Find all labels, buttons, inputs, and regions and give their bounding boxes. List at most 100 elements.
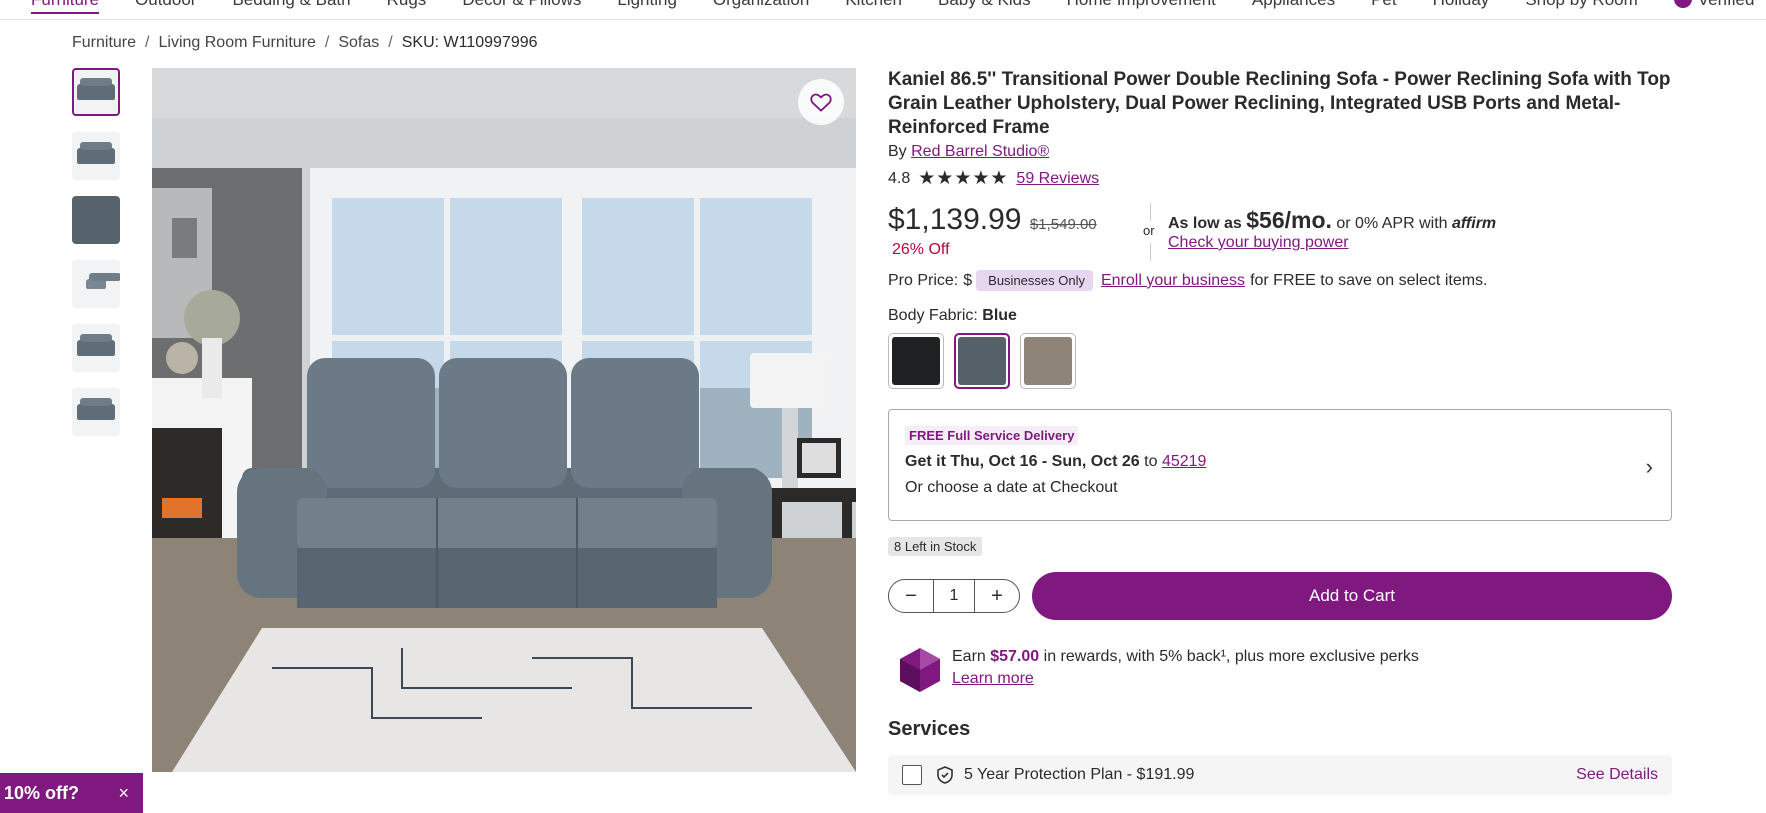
thumbnail-1[interactable] [72,68,120,116]
rewards-earn: Earn [952,648,986,665]
financing-block: As low as $56/mo. or 0% APR with affirm … [1168,203,1496,259]
star-rating-icon: ★★★★★ [918,168,1009,189]
nav-item-bedding-bath[interactable]: Bedding & Bath [232,0,350,14]
protection-plan-row[interactable]: 5 Year Protection Plan - $191.99 See Det… [888,755,1672,795]
swatch-color-fill [892,337,940,385]
breadcrumb-separator: / [388,34,393,51]
free-delivery-tag: FREE Full Service Delivery [905,426,1079,445]
image-thumbnails [72,68,120,452]
thumbnail-sofa-image [77,334,115,356]
verified-icon [1673,0,1692,8]
nav-item-pet[interactable]: Pet [1371,0,1397,14]
breadcrumb-furniture[interactable]: Furniture [72,34,136,52]
nav-item-baby-kids[interactable]: Baby & Kids [938,0,1031,14]
thumbnail-6[interactable] [72,388,120,436]
delivery-date-range: Get it Thu, Oct 16 - Sun, Oct 26 [905,453,1140,470]
thumbnail-2[interactable] [72,132,120,180]
breadcrumb-living-room[interactable]: Living Room Furniture [158,34,315,52]
heart-icon [810,93,832,112]
cart-row: − 1 + Add to Cart [888,572,1672,620]
breadcrumb-separator: / [324,34,330,51]
nav-item-verified[interactable]: Verified [1673,0,1754,14]
nav-item-d-cor-pillows[interactable]: Décor & Pillows [462,0,581,14]
by-prefix: By [888,143,907,160]
or-divider: or [1140,203,1162,261]
shield-check-icon [937,766,953,784]
swatch-color-fill [1024,337,1072,385]
thumbnail-3[interactable] [72,196,120,244]
nav-item-shop-by-room[interactable]: Shop by Room [1525,0,1637,14]
fabric-swatch-1[interactable] [888,333,944,389]
rewards-text-block: Earn $57.00 in rewards, with 5% back¹, p… [952,646,1419,690]
affirm-logo: affirm [1451,215,1497,232]
affirm-prefix: As low as [1168,215,1242,232]
stock-badge: 8 Left in Stock [888,537,983,556]
delivery-alt-text: Or choose a date at Checkout [905,479,1118,496]
breadcrumb-sofas[interactable]: Sofas [338,34,379,52]
buying-power-link[interactable]: Check your buying power [1168,234,1496,252]
discount-label: 26% Off [892,241,950,258]
see-details-link[interactable]: See Details [1576,766,1658,784]
nav-item-furniture[interactable]: Furniture [31,0,100,14]
quantity-stepper: − 1 + [888,579,1020,613]
price-row: $1,139.99 $1,549.00 26% Off or As low as… [888,203,1672,261]
fabric-value: Blue [982,307,1017,324]
nav-item-lighting[interactable]: Lighting [617,0,677,14]
enroll-business-link[interactable]: Enroll your business [1101,272,1245,290]
nav-item-holiday[interactable]: Holiday [1433,0,1490,14]
learn-more-link[interactable]: Learn more [952,668,1419,690]
favorite-button[interactable] [798,79,844,125]
quantity-value[interactable]: 1 [933,579,975,613]
breadcrumb-separator: / [145,34,150,51]
thumbnail-sofa-image [86,273,120,289]
thumbnail-4[interactable] [72,260,120,308]
thumbnail-sofa-image [77,78,115,100]
delivery-card[interactable]: FREE Full Service Delivery Get it Thu, O… [888,409,1672,521]
nav-item-kitchen[interactable]: Kitchen [845,0,902,14]
original-price: $1,549.00 [1029,216,1097,233]
increase-qty-button[interactable]: + [987,585,1007,608]
fabric-swatch-2[interactable] [954,333,1010,389]
divider-line [1150,203,1151,221]
fabric-swatch-3[interactable] [1020,333,1076,389]
protection-plan-checkbox[interactable] [902,765,922,785]
pro-price-row: Pro Price: $ Businesses Only Enroll your… [888,270,1672,291]
chevron-right-icon: › [1645,454,1653,479]
affirm-suffix: or 0% APR with [1336,215,1448,232]
close-icon[interactable]: × [118,783,129,804]
nav-item-home-improvement[interactable]: Home Improvement [1067,0,1216,14]
product-info-panel: Kaniel 86.5'' Transitional Power Double … [888,68,1672,795]
zip-code-link[interactable]: 45219 [1162,453,1207,470]
main-product-image[interactable] [152,68,856,772]
category-nav-items: Furniture Outdoor Bedding & Bath Rugs Décor … [31,0,1766,14]
nav-item-organization[interactable]: Organization [713,0,809,14]
services-title: Services [888,718,971,740]
rewards-amount: $57.00 [990,648,1040,665]
thumbnail-sofa-image [77,142,115,164]
rewards-gem-icon [900,648,940,692]
fabric-label-text: Body Fabric: [888,307,978,324]
thumbnail-5[interactable] [72,324,120,372]
rewards-row: Earn $57.00 in rewards, with 5% back¹, p… [888,646,1672,694]
product-title: Kaniel 86.5'' Transitional Power Double … [888,69,1671,138]
nav-item-outdoor[interactable]: Outdoor [135,0,196,14]
discount-promo-tab[interactable]: 10% off? × [0,773,143,813]
divider-line [1150,243,1151,261]
sofa-scene-illustration [152,68,856,772]
pro-price-dollar: $ [963,271,973,289]
add-to-cart-button[interactable]: Add to Cart [1032,572,1672,620]
product-byline: By Red Barrel Studio® [888,143,1672,161]
fabric-swatches [888,333,1672,389]
price-block: $1,139.99 $1,549.00 26% Off [888,203,1140,259]
breadcrumb: Furniture / Living Room Furniture / Sofa… [72,34,538,52]
affirm-amount: $56/mo. [1246,207,1332,233]
decrease-qty-button[interactable]: − [901,585,921,608]
nav-item-rugs[interactable]: Rugs [387,0,427,14]
brand-link[interactable]: Red Barrel Studio® [911,143,1049,160]
reviews-link[interactable]: 59 Reviews [1016,170,1099,188]
delivery-to: to [1144,453,1158,470]
pro-suffix: for FREE to save on select items. [1250,271,1488,289]
businesses-only-badge: Businesses Only [976,270,1093,291]
protection-plan-label: 5 Year Protection Plan - $191.99 [964,766,1195,783]
nav-item-appliances[interactable]: Appliances [1252,0,1335,14]
